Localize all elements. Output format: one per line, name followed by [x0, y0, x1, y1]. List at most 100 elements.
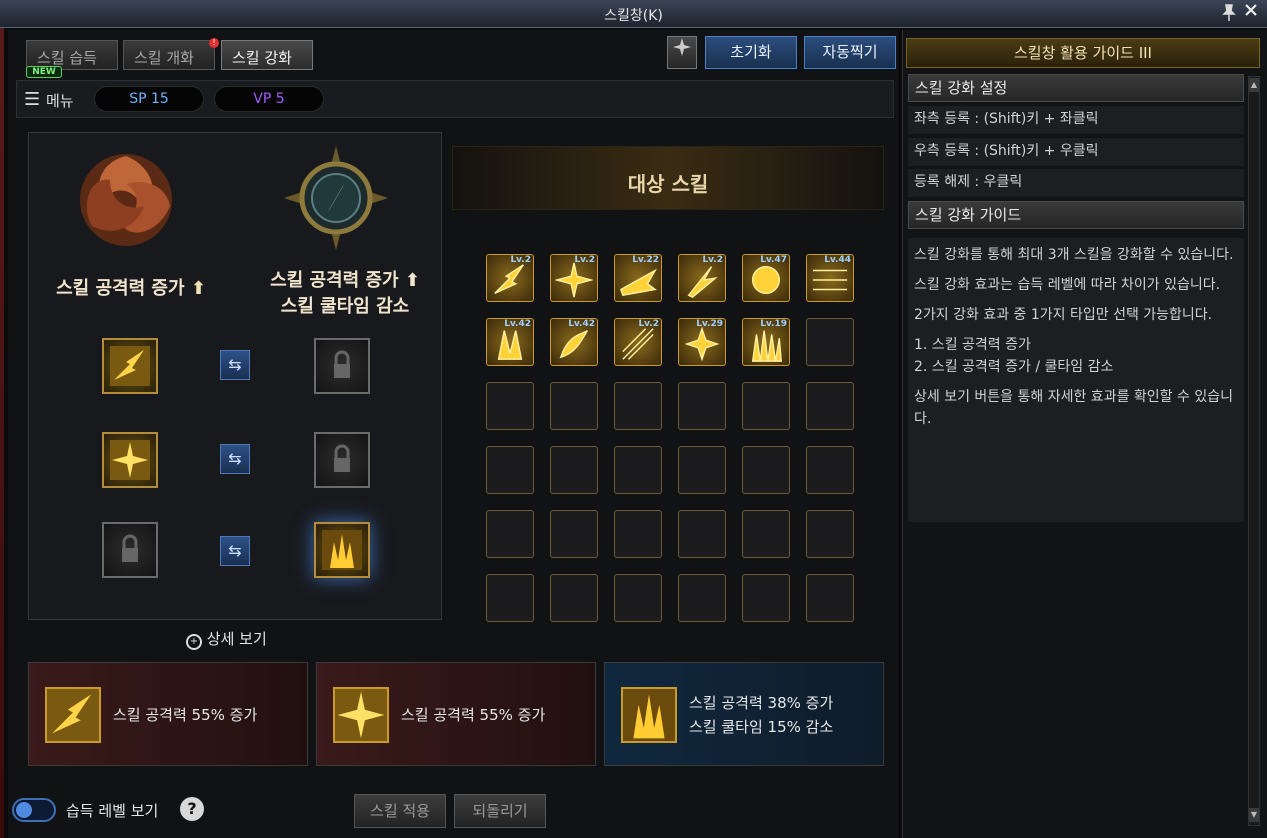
empty-skill-slot[interactable]: [742, 510, 790, 558]
tab-label: 스킬 습득: [37, 49, 97, 67]
effect-card-1: 스킬 공격력 55% 증가: [28, 662, 308, 766]
target-skill-slot[interactable]: Lv.44: [806, 254, 854, 302]
empty-skill-slot[interactable]: [678, 382, 726, 430]
sp-counter: SP 15: [94, 86, 204, 112]
tab-skill-bloom[interactable]: 스킬 개화: [123, 40, 215, 70]
pin-icon[interactable]: [1221, 4, 1237, 22]
swap-button-1[interactable]: ⇆: [220, 350, 250, 380]
empty-skill-slot[interactable]: [806, 446, 854, 494]
target-skill-slot[interactable]: Lv.29: [678, 318, 726, 366]
target-skill-slot[interactable]: Lv.2: [614, 318, 662, 366]
empty-skill-slot[interactable]: [742, 574, 790, 622]
guide-scrollbar[interactable]: [1248, 76, 1260, 826]
skill-level: Lv.47: [760, 255, 787, 265]
effect-text: 스킬 공격력 55% 증가: [401, 706, 546, 724]
skill-level: Lv.22: [632, 255, 659, 265]
skill-level: Lv.42: [568, 319, 595, 329]
option1-title-text: 스킬 공격력 증가: [56, 278, 185, 299]
alert-badge: !: [209, 38, 219, 48]
skill-level: Lv.2: [702, 255, 723, 265]
swap-button-2[interactable]: ⇆: [220, 444, 250, 474]
burst-skill-icon: [110, 440, 150, 480]
empty-skill-slot[interactable]: [614, 574, 662, 622]
skill-icon: [622, 328, 654, 360]
option2-title: 스킬 공격력 증가 ⬆ 스킬 쿨타임 감소: [250, 266, 440, 318]
target-skill-slot[interactable]: Lv.19: [742, 318, 790, 366]
skill-level: Lv.19: [760, 319, 787, 329]
swap-button-3[interactable]: ⇆: [220, 536, 250, 566]
window-title: 스킬창(K): [604, 8, 663, 24]
apply-skill-button[interactable]: 스킬 적용: [354, 794, 446, 828]
empty-skill-slot[interactable]: [806, 382, 854, 430]
empty-skill-slot[interactable]: [486, 382, 534, 430]
guide-row: 좌측 등록 : (Shift)키 + 좌클릭: [908, 106, 1244, 134]
empty-skill-slot[interactable]: [550, 382, 598, 430]
empty-skill-slot[interactable]: [550, 510, 598, 558]
revert-button[interactable]: 되돌리기: [454, 794, 546, 828]
scroll-up-icon[interactable]: ▲: [1249, 78, 1259, 92]
empty-skill-slot[interactable]: [614, 510, 662, 558]
skill-level: Lv.2: [638, 319, 659, 329]
enhance-slot-right-2[interactable]: [314, 432, 370, 488]
help-icon[interactable]: ?: [180, 797, 204, 821]
enhance-slot-right-1[interactable]: [314, 338, 370, 394]
close-icon[interactable]: [1243, 2, 1261, 24]
detail-view-button[interactable]: + 상세 보기: [186, 628, 267, 650]
target-skill-slot[interactable]: Lv.2: [550, 254, 598, 302]
flame-skill-icon: [621, 687, 677, 743]
target-skill-slot[interactable]: Lv.47: [742, 254, 790, 302]
skill-level: Lv.2: [574, 255, 595, 265]
skill-icon: [497, 330, 523, 360]
window-titlebar: 스킬창(K): [0, 0, 1267, 28]
guide-header: 스킬창 활용 가이드 III: [906, 38, 1260, 68]
empty-skill-slot[interactable]: [486, 446, 534, 494]
auto-assign-button[interactable]: 자동찍기: [804, 36, 896, 69]
reset-button[interactable]: 초기화: [705, 36, 797, 69]
option2-line2: 스킬 쿨타임 감소: [280, 296, 410, 317]
skill-level: Lv.42: [504, 319, 531, 329]
target-skill-slot[interactable]: Lv.22: [614, 254, 662, 302]
empty-skill-slot[interactable]: [614, 446, 662, 494]
target-skill-slot[interactable]: Lv.2: [486, 254, 534, 302]
target-skill-slot[interactable]: Lv.42: [550, 318, 598, 366]
empty-skill-slot[interactable]: [806, 574, 854, 622]
effect-text: 스킬 공격력 55% 증가: [113, 706, 258, 724]
tab-skill-enhance[interactable]: 스킬 강화: [221, 40, 313, 70]
empty-skill-slot[interactable]: [742, 446, 790, 494]
target-skill-slot[interactable]: Lv.42: [486, 318, 534, 366]
detail-view-label: 상세 보기: [206, 630, 267, 648]
lock-icon: [334, 444, 350, 472]
empty-skill-slot[interactable]: [486, 510, 534, 558]
hamburger-icon[interactable]: ☰: [24, 89, 40, 110]
empty-skill-slot[interactable]: [678, 510, 726, 558]
enhance-slot-right-3[interactable]: [314, 522, 370, 578]
option1-title: 스킬 공격력 증가 ⬆: [36, 274, 226, 300]
skill-icon: [751, 330, 782, 362]
learn-level-toggle[interactable]: [12, 798, 56, 822]
empty-skill-slot[interactable]: [806, 510, 854, 558]
empty-skill-slot[interactable]: [678, 574, 726, 622]
effect-card-3: 스킬 공격력 38% 증가 스킬 쿨타임 15% 감소: [604, 662, 884, 766]
compass-emblem-icon: [282, 144, 390, 252]
enhance-slot-left-1[interactable]: [102, 338, 158, 394]
guide-body: 스킬 강화를 통해 최대 3개 스킬을 강화할 수 있습니다. 스킬 강화 효과…: [908, 238, 1244, 522]
empty-skill-slot[interactable]: [550, 574, 598, 622]
empty-skill-slot[interactable]: [742, 382, 790, 430]
menu-label[interactable]: 메뉴: [46, 90, 74, 111]
empty-skill-slot[interactable]: [678, 446, 726, 494]
empty-skill-slot[interactable]: [806, 318, 854, 366]
scroll-down-icon[interactable]: ▼: [1249, 808, 1259, 822]
empty-skill-slot[interactable]: [550, 446, 598, 494]
skill-icon: [751, 265, 780, 295]
skill-icon: [687, 266, 718, 298]
guide-row: 우측 등록 : (Shift)키 + 우클릭: [908, 138, 1244, 166]
enhance-slot-left-3[interactable]: [102, 522, 158, 578]
skill-icon: [620, 268, 657, 297]
flame-skill-icon: [322, 530, 362, 570]
enhance-slot-left-2[interactable]: [102, 432, 158, 488]
empty-skill-slot[interactable]: [486, 574, 534, 622]
effect-text-line1: 스킬 공격력 38% 증가: [689, 694, 834, 712]
target-skill-slot[interactable]: Lv.2: [678, 254, 726, 302]
skill-preset-button[interactable]: [667, 36, 697, 69]
empty-skill-slot[interactable]: [614, 382, 662, 430]
